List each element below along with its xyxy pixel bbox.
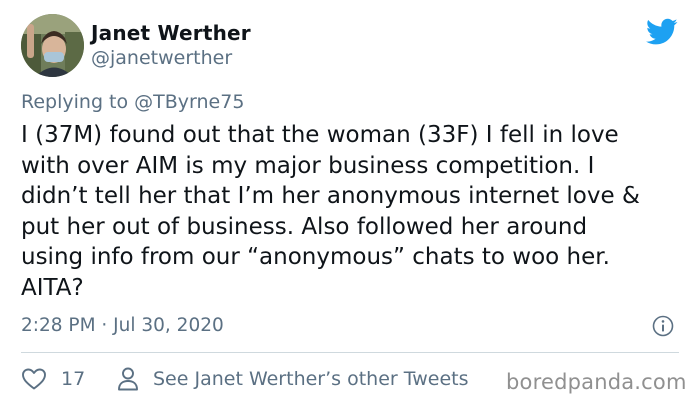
- person-icon[interactable]: [116, 366, 140, 392]
- heart-icon[interactable]: [21, 367, 47, 391]
- watermark: boredpanda.com: [506, 370, 687, 394]
- tweet-card: Janet Werther @janetwerther Replying to …: [0, 0, 700, 406]
- tweet-timestamp[interactable]: 2:28 PM · Jul 30, 2020: [21, 315, 224, 336]
- info-icon[interactable]: [652, 315, 674, 337]
- tweet-text: I (37M) found out that the woman (33F) I…: [21, 122, 640, 301]
- avatar[interactable]: [21, 14, 84, 77]
- divider: [21, 352, 679, 353]
- see-other-tweets-link[interactable]: See Janet Werther’s other Tweets: [153, 368, 468, 390]
- author-handle[interactable]: @janetwerther: [91, 47, 232, 69]
- like-count: 17: [61, 368, 86, 390]
- author-name[interactable]: Janet Werther: [91, 21, 251, 45]
- replying-prefix: Replying to: [21, 91, 135, 113]
- replying-to: Replying to @TByrne75: [21, 91, 244, 113]
- twitter-bird-icon[interactable]: [646, 18, 678, 46]
- reply-mention-link[interactable]: @TByrne75: [134, 91, 244, 113]
